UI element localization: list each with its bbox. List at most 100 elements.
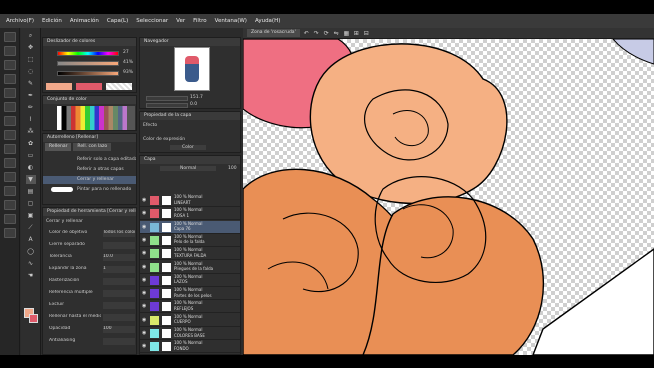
drawing-canvas[interactable] bbox=[243, 39, 654, 355]
brush-tool-icon[interactable]: ⌇ bbox=[26, 115, 36, 124]
tool-property-value[interactable] bbox=[103, 302, 135, 309]
fill-tool-icon[interactable]: ▼ bbox=[25, 175, 36, 184]
tool-property-value[interactable] bbox=[103, 338, 135, 345]
tool-property-value[interactable] bbox=[103, 278, 135, 285]
fill-icon[interactable] bbox=[3, 116, 16, 126]
layer-visibility-icon[interactable]: ◉ bbox=[142, 264, 148, 270]
layer-visibility-icon[interactable]: ◉ bbox=[142, 343, 148, 349]
menu-window[interactable]: Ventana(W) bbox=[215, 18, 247, 24]
redo-icon[interactable] bbox=[3, 88, 16, 98]
layer-row[interactable]: ◉ 100 % Normal LINEART bbox=[140, 194, 240, 207]
lasso-tool-icon[interactable]: ◌ bbox=[26, 67, 36, 76]
eyedropper-tool-icon[interactable]: ✎ bbox=[26, 79, 36, 88]
grid-icon[interactable] bbox=[3, 214, 16, 224]
brightness-slider[interactable] bbox=[57, 71, 119, 76]
layer-row[interactable]: ◉ 100 % Normal Pelo de la falda bbox=[140, 234, 240, 247]
layer-visibility-icon[interactable]: ◉ bbox=[142, 237, 148, 243]
layer-row[interactable]: ◉ 100 % Normal FONDO bbox=[140, 340, 240, 354]
subtool-item-other-layers[interactable]: Referir a otras capas bbox=[43, 166, 136, 174]
layer-visibility-icon[interactable]: ◉ bbox=[142, 303, 148, 309]
hand-tool-icon[interactable]: ☚ bbox=[26, 271, 36, 280]
layer-visibility-icon[interactable]: ◉ bbox=[142, 317, 148, 323]
pencil-tool-icon[interactable]: ✏ bbox=[26, 103, 36, 112]
saturation-slider[interactable] bbox=[57, 61, 119, 66]
layer-row[interactable]: ◉ 100 % Normal TEXTURA FALDA bbox=[140, 247, 240, 261]
menu-animation[interactable]: Animación bbox=[70, 18, 99, 24]
decoration-tool-icon[interactable]: ✿ bbox=[26, 139, 36, 148]
figure-tool-icon[interactable]: ▢ bbox=[26, 199, 36, 208]
text-tool-icon[interactable]: A bbox=[26, 235, 36, 244]
menu-file[interactable]: Archivo(F) bbox=[6, 18, 34, 24]
gradient-tool-icon[interactable]: ▤ bbox=[26, 187, 36, 196]
layer-visibility-icon[interactable]: ◉ bbox=[142, 224, 148, 230]
menu-layer[interactable]: Capa(L) bbox=[107, 18, 128, 24]
deselect-icon[interactable] bbox=[3, 144, 16, 154]
snap-icon[interactable]: ▦ bbox=[343, 30, 350, 37]
eraser-tool-icon[interactable]: ▭ bbox=[26, 151, 36, 160]
blend-tool-icon[interactable]: ◐ bbox=[26, 163, 36, 172]
subtool-item-close-fill[interactable]: Cerrar y rellenar bbox=[43, 176, 136, 184]
tool-property-value[interactable]: 1 bbox=[103, 266, 135, 273]
expand-icon[interactable] bbox=[3, 172, 16, 182]
layer-visibility-icon[interactable]: ◉ bbox=[142, 277, 148, 283]
expression-color-select[interactable]: Color bbox=[170, 145, 206, 150]
hue-slider[interactable] bbox=[57, 51, 119, 56]
shrink-icon[interactable] bbox=[3, 186, 16, 196]
transform-icon[interactable] bbox=[3, 130, 16, 140]
blend-mode-select[interactable]: Normal bbox=[160, 166, 217, 171]
tool-property-value[interactable] bbox=[103, 290, 135, 297]
canvas-tab[interactable]: Zona de 'rosacruda' bbox=[247, 29, 300, 37]
layer-opacity-value[interactable]: 100 bbox=[228, 166, 237, 171]
select-tool-icon[interactable]: ⬚ bbox=[26, 55, 36, 64]
line-fix-tool-icon[interactable]: ∿ bbox=[26, 259, 36, 268]
tab-lasso-fill[interactable]: Rell. con lazo bbox=[73, 143, 112, 151]
rotation-slider[interactable] bbox=[146, 103, 188, 108]
menu-select[interactable]: Seleccionar bbox=[136, 18, 168, 24]
sub-color-swatch[interactable] bbox=[29, 314, 38, 323]
menu-view[interactable]: Ver bbox=[176, 18, 185, 24]
invert-selection-icon[interactable] bbox=[3, 158, 16, 168]
layer-visibility-icon[interactable]: ◉ bbox=[142, 290, 148, 296]
move-tool-icon[interactable]: ✥ bbox=[26, 43, 36, 52]
flip-icon[interactable]: ⇋ bbox=[333, 30, 340, 37]
tool-property-value[interactable] bbox=[103, 314, 135, 321]
layer-row[interactable]: ◉ 100 % Normal ROSA 1 bbox=[140, 207, 240, 221]
tab-fill[interactable]: Rellenar bbox=[45, 143, 72, 151]
ruler-icon[interactable]: ⊞ bbox=[353, 30, 360, 37]
layer-row[interactable]: ◉ 100 % Normal REFLEJOS bbox=[140, 300, 240, 314]
layer-row[interactable]: ◉ 100 % Normal Partes de los pelos bbox=[140, 287, 240, 301]
airbrush-tool-icon[interactable]: ⁂ bbox=[26, 127, 36, 136]
clear-icon[interactable] bbox=[3, 102, 16, 112]
undo-icon[interactable] bbox=[3, 74, 16, 84]
redo-icon[interactable]: ↷ bbox=[313, 30, 320, 37]
swatch-grid[interactable] bbox=[57, 106, 135, 130]
layer-visibility-icon[interactable]: ◉ bbox=[142, 210, 148, 216]
layer-visibility-icon[interactable]: ◉ bbox=[142, 330, 148, 336]
tool-property-value[interactable] bbox=[103, 242, 135, 249]
menu-filter[interactable]: Filtro bbox=[193, 18, 206, 24]
layer-row[interactable]: ◉ 100 % Normal Pliegues de la falda bbox=[140, 261, 240, 274]
save-icon[interactable] bbox=[3, 60, 16, 70]
tool-property-value[interactable]: 10.0 bbox=[103, 254, 135, 261]
balloon-tool-icon[interactable]: ◯ bbox=[26, 247, 36, 256]
rotate-icon[interactable]: ⟳ bbox=[323, 30, 330, 37]
menu-edit[interactable]: Edición bbox=[42, 18, 62, 24]
zoom-tool-icon[interactable]: ⌕ bbox=[26, 31, 36, 40]
tool-property-value[interactable]: Todos los colores bbox=[103, 230, 135, 237]
ruler-icon[interactable] bbox=[3, 200, 16, 210]
tool-property-value[interactable]: 100 bbox=[103, 326, 135, 333]
subtool-item-current-layer[interactable]: Referir solo a capa editada bbox=[43, 156, 136, 164]
layer-row[interactable]: ◉ 100 % Normal Capa 76 bbox=[140, 220, 240, 234]
zoom-slider[interactable] bbox=[146, 96, 188, 101]
open-file-icon[interactable] bbox=[3, 46, 16, 56]
pen-tool-icon[interactable]: ✒ bbox=[26, 91, 36, 100]
layer-visibility-icon[interactable]: ◉ bbox=[142, 250, 148, 256]
undo-icon[interactable]: ↶ bbox=[303, 30, 310, 37]
menu-help[interactable]: Ayuda(H) bbox=[255, 18, 280, 24]
frame-tool-icon[interactable]: ▣ bbox=[26, 211, 36, 220]
grid-icon[interactable]: ⊟ bbox=[363, 30, 370, 37]
layer-row[interactable]: ◉ 100 % Normal CUERPO bbox=[140, 314, 240, 327]
ruler-tool-icon[interactable]: ⟋ bbox=[26, 223, 36, 232]
layer-row[interactable]: ◉ 100 % Normal COLORES BASE bbox=[140, 327, 240, 340]
layer-visibility-icon[interactable]: ◉ bbox=[142, 197, 148, 203]
